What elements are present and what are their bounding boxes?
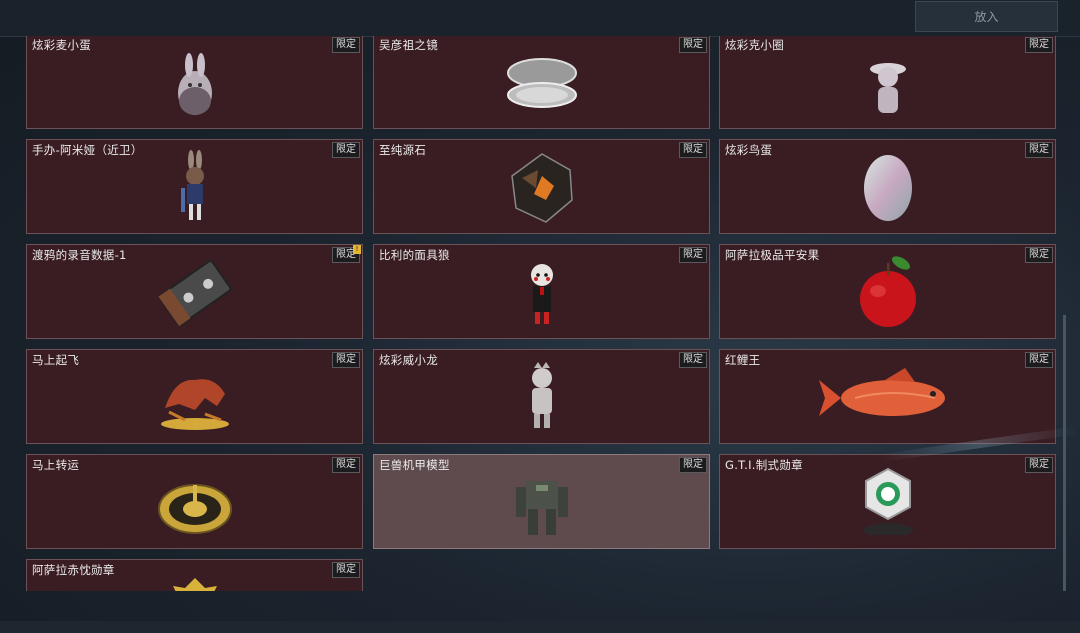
limited-tag: 限定 [679, 352, 707, 368]
item-name: 马上起飞 [32, 353, 80, 367]
top-bar: 放入 [0, 0, 1080, 37]
amiya-figure-icon [145, 148, 245, 228]
scrollbar-thumb[interactable] [1063, 315, 1066, 591]
mech-model-icon [492, 463, 592, 543]
item-card[interactable]: 马上转运 限定 [26, 454, 363, 549]
item-name: 比利的面具狼 [379, 248, 450, 262]
limited-tag: 限定 [1025, 37, 1053, 53]
item-name: 马上转运 [32, 458, 80, 472]
limited-tag: 限定 [332, 37, 360, 53]
item-card[interactable]: 阿萨拉极品平安果 限定 [719, 244, 1056, 339]
horse-statue-icon [145, 358, 245, 438]
puppet-figure-icon [492, 253, 592, 333]
item-name: 至纯源石 [379, 143, 427, 157]
item-card[interactable]: 炫彩鸟蛋 限定 [719, 139, 1056, 234]
limited-tag: 限定 [332, 352, 360, 368]
limited-tag: 限定 [679, 142, 707, 158]
item-card[interactable]: 渡鸦的录音数据-1 限定! [26, 244, 363, 339]
dragon-figure-icon [492, 358, 592, 438]
limited-tag: 限定! [332, 245, 361, 263]
item-card[interactable]: 比利的面具狼 限定 [373, 244, 710, 339]
item-name: 吴彦祖之镜 [379, 38, 438, 52]
item-card[interactable]: 马上起飞 限定 [26, 349, 363, 444]
compact-mirror-icon [492, 43, 592, 123]
limited-tag: 限定 [332, 562, 360, 578]
originium-crystal-icon [492, 148, 592, 228]
limited-tag: 限定 [332, 142, 360, 158]
item-card[interactable]: 吴彦祖之镜 限定 [373, 36, 710, 129]
limited-tag: 限定 [679, 37, 707, 53]
limited-tag: 限定 [332, 457, 360, 473]
item-card[interactable]: 炫彩麦小蛋 限定 [26, 36, 363, 129]
item-card[interactable]: 炫彩克小圈 限定 [719, 36, 1056, 129]
item-name: 炫彩鸟蛋 [725, 143, 773, 157]
item-name: 巨兽机甲模型 [379, 458, 450, 472]
item-name: 阿萨拉极品平安果 [725, 248, 820, 262]
item-name: 炫彩威小龙 [379, 353, 438, 367]
iridescent-egg-icon [838, 148, 938, 228]
item-name: 红鲤王 [725, 353, 761, 367]
item-card[interactable]: 红鲤王 限定 [719, 349, 1056, 444]
bottom-bar [0, 621, 1080, 633]
item-name: 渡鸦的录音数据-1 [32, 248, 127, 262]
item-card[interactable]: G.T.I.制式勋章 限定 [719, 454, 1056, 549]
golden-compass-icon [145, 463, 245, 543]
limited-tag: 限定 [679, 247, 707, 263]
item-card[interactable]: 至纯源石 限定 [373, 139, 710, 234]
gti-medal-icon [838, 463, 938, 543]
gold-medal-icon [145, 568, 245, 591]
limited-tag: 限定 [1025, 142, 1053, 158]
limited-tag: 限定 [1025, 352, 1053, 368]
bunny-egg-figure-icon [145, 43, 245, 123]
hat-figure-icon [838, 43, 938, 123]
item-name: 炫彩克小圈 [725, 38, 784, 52]
item-name: 炫彩麦小蛋 [32, 38, 91, 52]
put-in-button[interactable]: 放入 [915, 1, 1058, 32]
red-carp-icon [815, 358, 965, 438]
cassette-tape-icon [145, 253, 245, 333]
item-name: 阿萨拉赤忱勋章 [32, 563, 115, 577]
item-list[interactable]: 炫彩麦小蛋 限定 吴彦祖之镜 限定 炫彩克小圈 限定 手办-阿米娅（近卫） 限定 [0, 36, 1080, 591]
item-name: 手办-阿米娅（近卫） [32, 143, 143, 157]
red-apple-icon [838, 253, 938, 333]
limited-tag: 限定 [1025, 247, 1053, 263]
item-card[interactable]: 手办-阿米娅（近卫） 限定 [26, 139, 363, 234]
limited-tag: 限定 [1025, 457, 1053, 473]
item-card[interactable]: 阿萨拉赤忱勋章 限定 [26, 559, 363, 591]
item-card-selected[interactable]: 巨兽机甲模型 限定 [373, 454, 710, 549]
item-card[interactable]: 炫彩威小龙 限定 [373, 349, 710, 444]
alert-icon: ! [353, 245, 361, 254]
limited-tag: 限定 [679, 457, 707, 473]
item-name: G.T.I.制式勋章 [725, 458, 803, 472]
